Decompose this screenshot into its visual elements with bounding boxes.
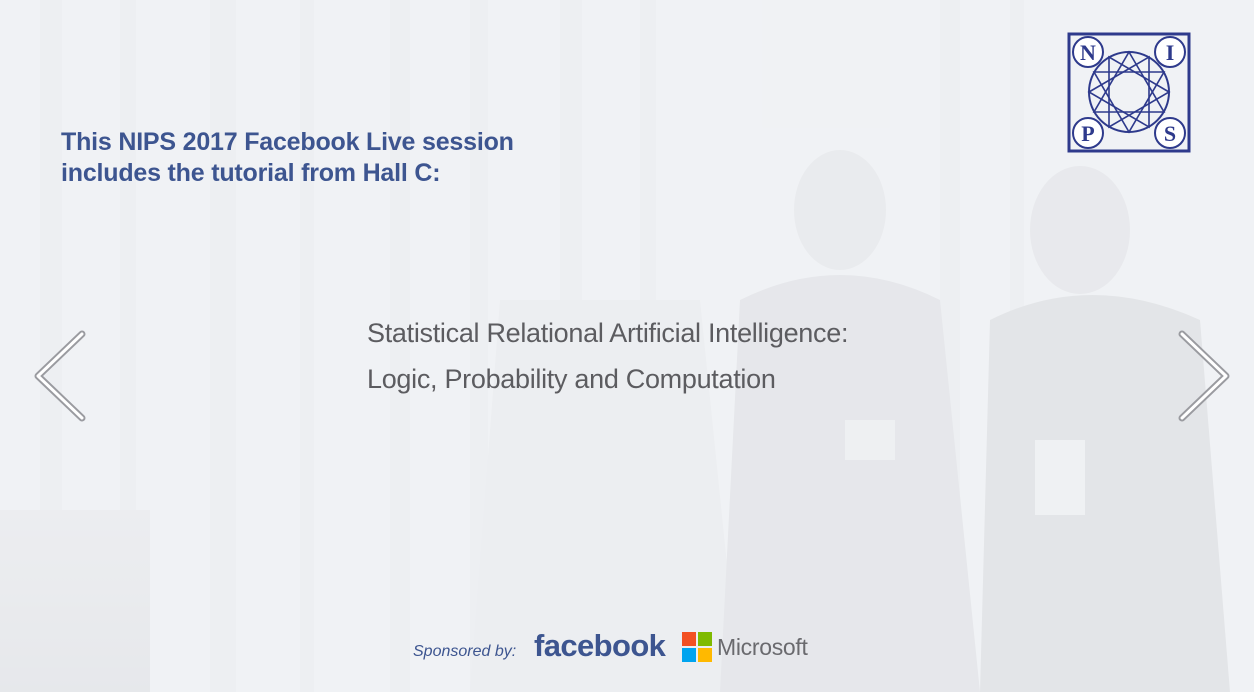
intro-line-1: This NIPS 2017 Facebook Live session [61,128,514,156]
tutorial-title: Statistical Relational Artificial Intell… [367,310,848,402]
next-slide-button[interactable] [1174,328,1234,424]
tutorial-title-line-1: Statistical Relational Artificial Intell… [367,318,849,348]
sponsored-by-label: Sponsored by: [413,643,517,660]
chevron-left-icon [34,330,86,422]
logo-letter-p: P [1081,121,1094,146]
video-slide: N I P S This NIPS 2017 Facebook Live ses… [0,0,1254,692]
sponsors-bar: Sponsored by: facebook Microsoft [413,628,833,668]
logo-letter-n: N [1080,40,1096,65]
intro-line-2: includes the tutorial from Hall C: [61,159,441,187]
microsoft-logo-icon [682,632,712,662]
facebook-logo: facebook [534,628,666,663]
microsoft-wordmark: Microsoft [717,634,808,660]
nips-logo: N I P S [1067,32,1191,153]
logo-letter-s: S [1164,121,1176,146]
session-intro-heading: This NIPS 2017 Facebook Live session inc… [61,127,581,189]
chevron-right-icon [1178,330,1230,422]
previous-slide-button[interactable] [30,328,90,424]
tutorial-title-line-2: Logic, Probability and Computation [367,364,776,394]
logo-letter-i: I [1166,40,1175,65]
